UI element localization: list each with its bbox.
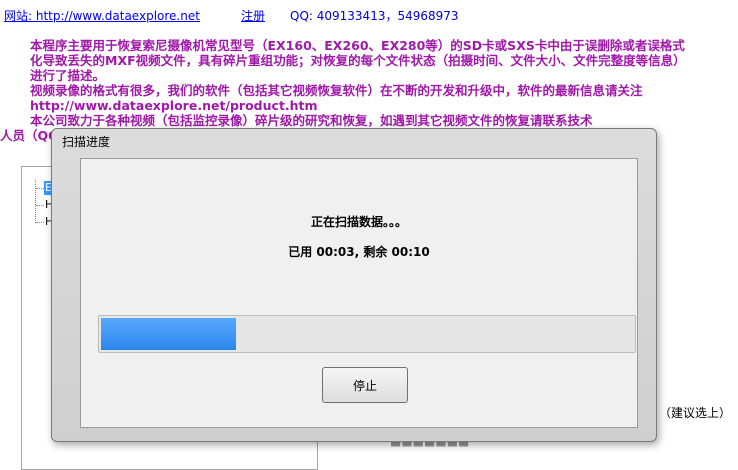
time-info: 已用 00:03, 剩余 00:10 <box>288 245 430 259</box>
tree-connector <box>36 222 44 223</box>
scan-progress-dialog: 扫描进度 正在扫描数据。。。 已用 00:03, 剩余 00:10 停止 <box>51 128 657 442</box>
register-link[interactable]: 注册 <box>241 8 265 24</box>
progress-fill <box>101 318 237 350</box>
tree-connector <box>35 180 36 223</box>
dialog-content: 正在扫描数据。。。 已用 00:03, 剩余 00:10 停止 <box>80 158 638 428</box>
dialog-title: 扫描进度 <box>62 135 111 149</box>
description-paragraph-3: 本公司致力于各种视频（包括监控录像）碎片级的研究和恢复，如遇到其它视频文件的恢复… <box>30 113 593 128</box>
tree-connector <box>36 188 44 189</box>
scan-status: 正在扫描数据。。。 <box>310 215 407 229</box>
scan-progress-bar <box>98 315 636 353</box>
stop-button[interactable]: 停止 <box>322 367 408 403</box>
stop-button-label: 停止 <box>352 378 377 393</box>
website-link[interactable]: 网站: http://www.dataexplore.net <box>4 8 200 24</box>
qq-info: QQ: 409133413，54968973 <box>290 9 459 23</box>
tree-connector <box>36 205 44 206</box>
recommend-note: （建议选上） <box>659 406 732 420</box>
description-paragraph-1: 本程序主要用于恢复索尼摄像机常见型号（EX160、EX260、EX280等）的S… <box>30 38 686 83</box>
description-paragraph-2: 视频录像的格式有很多，我们的软件（包括其它视频恢复软件）在不断的开发和升级中，软… <box>30 83 643 113</box>
